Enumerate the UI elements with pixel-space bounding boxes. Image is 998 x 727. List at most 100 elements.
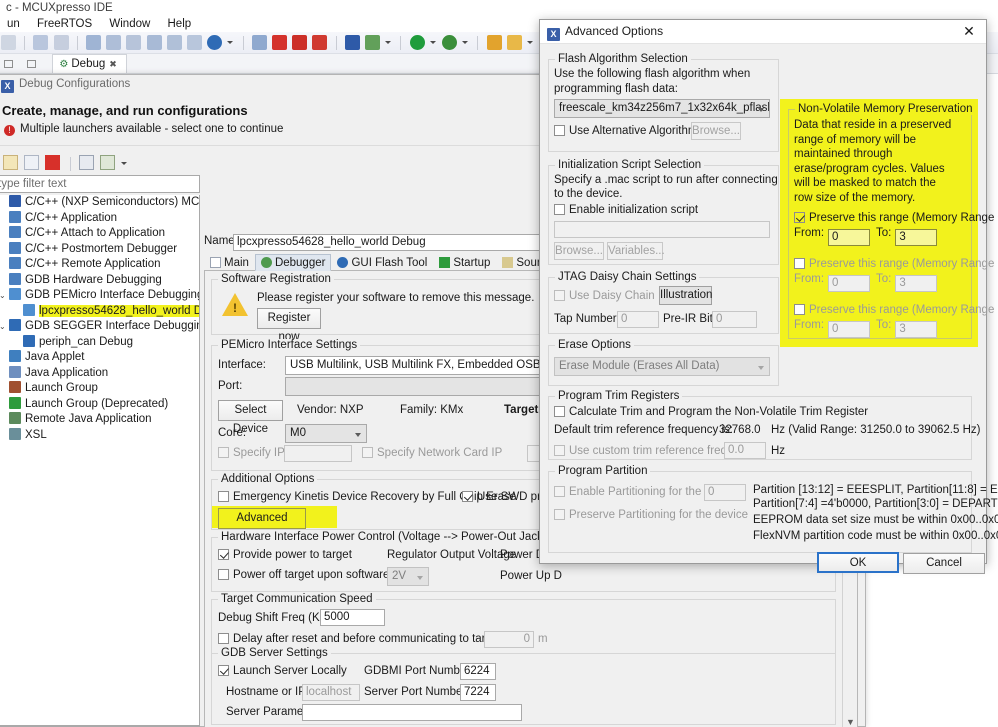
use-alternative-algorithm-row[interactable]: Use Alternative Algorithm xyxy=(554,125,697,137)
tab-gui-flash-tool[interactable]: GUI Flash Tool xyxy=(331,254,433,271)
enable-init-script-row[interactable]: Enable initialization script xyxy=(554,204,698,216)
scroll-down-icon[interactable]: ▼ xyxy=(846,717,855,727)
gdbmi-port-input[interactable]: 6224 xyxy=(460,663,496,680)
use-daisy-chain-row[interactable]: Use Daisy Chain xyxy=(554,290,655,302)
preserve-partitioning-row[interactable]: Preserve Partitioning for the device xyxy=(554,509,748,521)
open-folder-icon[interactable] xyxy=(486,35,502,50)
specify-network-card-row[interactable]: Specify Network Card IP xyxy=(362,447,502,459)
server-parameters-input[interactable] xyxy=(302,704,522,721)
close-icon[interactable]: ✕ xyxy=(952,20,986,43)
tree-item[interactable]: Java Application xyxy=(0,365,199,382)
nvm-range-from-input[interactable]: 0 xyxy=(828,275,871,292)
nvm-range-to-input[interactable]: 3 xyxy=(895,275,938,292)
server-port-input[interactable]: 7224 xyxy=(460,684,496,701)
power-off-row[interactable]: Power off target upon software exit xyxy=(218,569,411,581)
maximize-icon[interactable] xyxy=(27,58,41,70)
disconnect-icon[interactable] xyxy=(187,35,203,50)
tab-main[interactable]: Main xyxy=(204,254,255,271)
specify-ip-input[interactable] xyxy=(284,445,352,462)
specify-ip-checkbox[interactable] xyxy=(218,447,229,458)
nvm-range-from-input[interactable]: 0 xyxy=(828,321,871,338)
resume-icon[interactable] xyxy=(146,35,162,50)
pre-ir-bits-input[interactable]: 0 xyxy=(712,311,757,328)
erase-options-select[interactable]: Erase Module (Erases All Data) xyxy=(554,357,770,376)
tree-item[interactable]: Java Applet xyxy=(0,350,199,366)
calculate-trim-checkbox[interactable] xyxy=(554,406,565,417)
tap-number-input[interactable]: 0 xyxy=(617,311,659,328)
tree-item[interactable]: C/C++ Postmortem Debugger xyxy=(0,241,199,258)
use-daisy-chain-checkbox[interactable] xyxy=(554,290,565,301)
filter-configurations-icon[interactable] xyxy=(100,155,116,170)
view-tab-debug[interactable]: ⚙ Debug ✖ xyxy=(52,54,127,73)
menu-item-run[interactable]: un xyxy=(0,18,27,30)
delay-value-input[interactable]: 0 xyxy=(484,631,534,648)
new-file-icon[interactable] xyxy=(506,35,522,50)
run-dropdown-icon[interactable] xyxy=(429,35,437,50)
toolbar-icon-generic[interactable] xyxy=(1,35,16,50)
duplicate-configuration-icon[interactable] xyxy=(24,155,40,170)
specify-network-card-checkbox[interactable] xyxy=(362,447,373,458)
tree-item[interactable]: lpcxpresso54628_hello_world Debug xyxy=(0,303,199,320)
step-over-icon[interactable] xyxy=(106,35,122,50)
erase-icon[interactable] xyxy=(312,35,328,50)
nvm-range-checkbox[interactable] xyxy=(794,304,805,315)
flash-algorithm-select[interactable]: freescale_km34z256m7_1x32x64k_pflash.arp xyxy=(554,99,770,118)
use-swd-checkbox[interactable] xyxy=(462,491,473,502)
register-now-button[interactable]: Register now xyxy=(257,308,321,343)
nvm-range-checkbox-row[interactable]: Preserve this range (Memory Range 0) xyxy=(794,212,998,224)
select-device-button[interactable]: Select Device xyxy=(218,400,283,435)
advanced-options-button[interactable]: Advanced Options xyxy=(218,508,306,543)
tree-item[interactable]: Launch Group xyxy=(0,381,199,397)
power-off-checkbox[interactable] xyxy=(218,569,229,580)
nvm-range-from-input[interactable]: 0 xyxy=(828,229,871,246)
nvm-range-checkbox[interactable] xyxy=(794,258,805,269)
debug-launch-icon[interactable] xyxy=(442,35,458,50)
tree-item[interactable]: ⌄ GDB PEMicro Interface Debugging xyxy=(0,288,199,304)
minimize-icon[interactable] xyxy=(4,58,18,70)
launch-server-locally-row[interactable]: Launch Server Locally xyxy=(218,665,347,677)
settings-gear-icon[interactable] xyxy=(365,35,381,50)
flash-algorithm-browse-button[interactable]: Browse... xyxy=(691,122,741,140)
launch-server-locally-checkbox[interactable] xyxy=(218,665,229,676)
calculate-trim-row[interactable]: Calculate Trim and Program the Non-Volat… xyxy=(554,406,868,418)
tree-item[interactable]: periph_can Debug xyxy=(0,334,199,351)
menu-item-window[interactable]: Window xyxy=(102,18,157,30)
provide-power-row[interactable]: Provide power to target xyxy=(218,549,352,561)
tree-item[interactable]: ⌄ GDB SEGGER Interface Debugging xyxy=(0,319,199,335)
preserve-partitioning-checkbox[interactable] xyxy=(554,509,565,520)
delay-after-reset-checkbox[interactable] xyxy=(218,633,229,644)
chevron-down-icon[interactable]: ⌄ xyxy=(0,288,9,304)
nvm-range-to-input[interactable]: 3 xyxy=(895,229,938,246)
illustration-button[interactable]: Illustration xyxy=(659,286,712,305)
core-select[interactable]: M0 xyxy=(285,424,367,443)
tree-item[interactable]: GDB Hardware Debugging xyxy=(0,272,199,289)
tree-item[interactable]: C/C++ Remote Application xyxy=(0,257,199,273)
filter-icon[interactable] xyxy=(53,35,69,50)
enable-init-script-checkbox[interactable] xyxy=(554,204,565,215)
nvm-range-to-input[interactable]: 3 xyxy=(895,321,938,338)
step-return-icon[interactable] xyxy=(126,35,142,50)
menu-item-freertos[interactable]: FreeRTOS xyxy=(30,18,99,30)
delete-configuration-icon[interactable] xyxy=(45,155,61,170)
tree-menu-dropdown-icon[interactable] xyxy=(120,156,128,171)
nvm-range-checkbox-row[interactable]: Preserve this range (Memory Range 1) xyxy=(794,258,998,270)
init-script-path-input[interactable] xyxy=(554,221,770,238)
clean-icon[interactable] xyxy=(251,35,267,50)
custom-trim-freq-checkbox[interactable] xyxy=(554,445,565,456)
specify-ip-row[interactable]: Specify IP xyxy=(218,447,285,459)
tab-startup[interactable]: Startup xyxy=(433,254,496,271)
hostname-input[interactable]: localhost xyxy=(302,684,360,701)
step-into-icon[interactable] xyxy=(86,35,102,50)
menu-item-help[interactable]: Help xyxy=(161,18,199,30)
delay-after-reset-row[interactable]: Delay after reset and before communicati… xyxy=(218,633,518,645)
init-script-browse-button[interactable]: Browse... xyxy=(554,242,604,260)
launch-configuration-tree[interactable]: C/C++ (NXP Semiconductors) MCU Appli C/C+… xyxy=(0,195,200,726)
tree-item[interactable]: C/C++ Application xyxy=(0,210,199,227)
tree-item[interactable]: C/C++ (NXP Semiconductors) MCU Appli xyxy=(0,195,199,211)
debug-shift-freq-input[interactable]: 5000 xyxy=(320,609,385,626)
use-alternative-algorithm-checkbox[interactable] xyxy=(554,125,565,136)
tree-item[interactable]: Launch Group (Deprecated) xyxy=(0,396,199,413)
collapse-all-icon[interactable] xyxy=(78,155,94,170)
cancel-button[interactable]: Cancel xyxy=(903,553,985,574)
debug-dropdown-icon[interactable] xyxy=(461,35,469,50)
